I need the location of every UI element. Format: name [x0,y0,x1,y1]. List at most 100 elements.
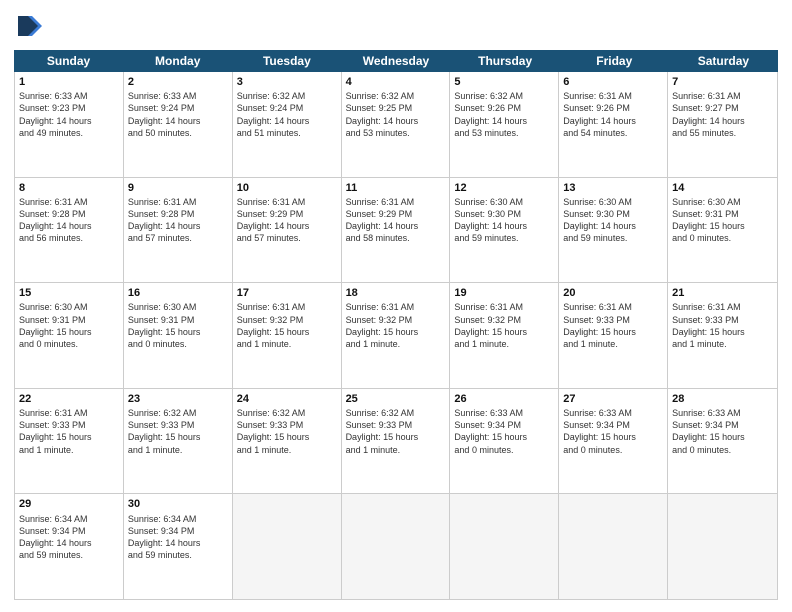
calendar-cell [450,494,559,599]
calendar-cell: 28Sunrise: 6:33 AM Sunset: 9:34 PM Dayli… [668,389,777,494]
calendar-header-cell: Wednesday [341,50,450,72]
calendar-row: 8Sunrise: 6:31 AM Sunset: 9:28 PM Daylig… [15,178,777,284]
day-number: 9 [128,181,228,195]
calendar-cell: 11Sunrise: 6:31 AM Sunset: 9:29 PM Dayli… [342,178,451,283]
calendar-cell: 5Sunrise: 6:32 AM Sunset: 9:26 PM Daylig… [450,72,559,177]
calendar-cell: 23Sunrise: 6:32 AM Sunset: 9:33 PM Dayli… [124,389,233,494]
day-number: 17 [237,286,337,300]
page: SundayMondayTuesdayWednesdayThursdayFrid… [0,0,792,612]
day-info: Sunrise: 6:30 AM Sunset: 9:31 PM Dayligh… [128,301,228,350]
calendar-header-cell: Sunday [14,50,123,72]
calendar-cell: 8Sunrise: 6:31 AM Sunset: 9:28 PM Daylig… [15,178,124,283]
calendar-header-cell: Tuesday [232,50,341,72]
calendar-header-cell: Monday [123,50,232,72]
day-info: Sunrise: 6:31 AM Sunset: 9:32 PM Dayligh… [454,301,554,350]
day-number: 5 [454,75,554,89]
day-number: 20 [563,286,663,300]
day-info: Sunrise: 6:32 AM Sunset: 9:33 PM Dayligh… [237,407,337,456]
calendar-cell: 17Sunrise: 6:31 AM Sunset: 9:32 PM Dayli… [233,283,342,388]
day-number: 15 [19,286,119,300]
calendar-cell: 12Sunrise: 6:30 AM Sunset: 9:30 PM Dayli… [450,178,559,283]
day-number: 23 [128,392,228,406]
day-info: Sunrise: 6:32 AM Sunset: 9:33 PM Dayligh… [346,407,446,456]
day-info: Sunrise: 6:31 AM Sunset: 9:33 PM Dayligh… [563,301,663,350]
calendar-cell: 7Sunrise: 6:31 AM Sunset: 9:27 PM Daylig… [668,72,777,177]
day-number: 29 [19,497,119,511]
calendar-cell [668,494,777,599]
day-number: 18 [346,286,446,300]
calendar-cell: 20Sunrise: 6:31 AM Sunset: 9:33 PM Dayli… [559,283,668,388]
day-info: Sunrise: 6:31 AM Sunset: 9:29 PM Dayligh… [237,196,337,245]
day-number: 19 [454,286,554,300]
day-info: Sunrise: 6:30 AM Sunset: 9:31 PM Dayligh… [672,196,773,245]
calendar-cell: 3Sunrise: 6:32 AM Sunset: 9:24 PM Daylig… [233,72,342,177]
calendar-cell [342,494,451,599]
calendar: SundayMondayTuesdayWednesdayThursdayFrid… [14,50,778,600]
calendar-cell: 16Sunrise: 6:30 AM Sunset: 9:31 PM Dayli… [124,283,233,388]
calendar-header-cell: Friday [560,50,669,72]
calendar-cell: 4Sunrise: 6:32 AM Sunset: 9:25 PM Daylig… [342,72,451,177]
day-number: 3 [237,75,337,89]
day-info: Sunrise: 6:31 AM Sunset: 9:28 PM Dayligh… [19,196,119,245]
day-info: Sunrise: 6:31 AM Sunset: 9:27 PM Dayligh… [672,90,773,139]
day-info: Sunrise: 6:31 AM Sunset: 9:33 PM Dayligh… [672,301,773,350]
day-info: Sunrise: 6:30 AM Sunset: 9:31 PM Dayligh… [19,301,119,350]
day-info: Sunrise: 6:30 AM Sunset: 9:30 PM Dayligh… [454,196,554,245]
day-number: 24 [237,392,337,406]
calendar-cell: 15Sunrise: 6:30 AM Sunset: 9:31 PM Dayli… [15,283,124,388]
calendar-header: SundayMondayTuesdayWednesdayThursdayFrid… [14,50,778,72]
calendar-cell: 22Sunrise: 6:31 AM Sunset: 9:33 PM Dayli… [15,389,124,494]
day-number: 10 [237,181,337,195]
day-number: 14 [672,181,773,195]
day-info: Sunrise: 6:33 AM Sunset: 9:34 PM Dayligh… [563,407,663,456]
day-info: Sunrise: 6:33 AM Sunset: 9:24 PM Dayligh… [128,90,228,139]
calendar-cell: 26Sunrise: 6:33 AM Sunset: 9:34 PM Dayli… [450,389,559,494]
calendar-cell: 24Sunrise: 6:32 AM Sunset: 9:33 PM Dayli… [233,389,342,494]
calendar-body: 1Sunrise: 6:33 AM Sunset: 9:23 PM Daylig… [14,72,778,600]
day-number: 2 [128,75,228,89]
calendar-cell: 18Sunrise: 6:31 AM Sunset: 9:32 PM Dayli… [342,283,451,388]
day-number: 27 [563,392,663,406]
day-number: 16 [128,286,228,300]
day-number: 6 [563,75,663,89]
day-number: 28 [672,392,773,406]
day-number: 7 [672,75,773,89]
calendar-row: 22Sunrise: 6:31 AM Sunset: 9:33 PM Dayli… [15,389,777,495]
logo-icon [14,12,44,42]
day-number: 30 [128,497,228,511]
calendar-cell: 6Sunrise: 6:31 AM Sunset: 9:26 PM Daylig… [559,72,668,177]
day-number: 12 [454,181,554,195]
day-info: Sunrise: 6:31 AM Sunset: 9:33 PM Dayligh… [19,407,119,456]
day-info: Sunrise: 6:31 AM Sunset: 9:32 PM Dayligh… [346,301,446,350]
day-number: 11 [346,181,446,195]
calendar-row: 15Sunrise: 6:30 AM Sunset: 9:31 PM Dayli… [15,283,777,389]
calendar-cell: 27Sunrise: 6:33 AM Sunset: 9:34 PM Dayli… [559,389,668,494]
calendar-cell [559,494,668,599]
calendar-cell: 1Sunrise: 6:33 AM Sunset: 9:23 PM Daylig… [15,72,124,177]
calendar-header-cell: Thursday [451,50,560,72]
calendar-cell: 14Sunrise: 6:30 AM Sunset: 9:31 PM Dayli… [668,178,777,283]
calendar-cell: 19Sunrise: 6:31 AM Sunset: 9:32 PM Dayli… [450,283,559,388]
day-number: 8 [19,181,119,195]
calendar-cell: 13Sunrise: 6:30 AM Sunset: 9:30 PM Dayli… [559,178,668,283]
calendar-cell: 2Sunrise: 6:33 AM Sunset: 9:24 PM Daylig… [124,72,233,177]
day-info: Sunrise: 6:31 AM Sunset: 9:26 PM Dayligh… [563,90,663,139]
day-info: Sunrise: 6:31 AM Sunset: 9:28 PM Dayligh… [128,196,228,245]
calendar-cell: 9Sunrise: 6:31 AM Sunset: 9:28 PM Daylig… [124,178,233,283]
day-number: 22 [19,392,119,406]
calendar-cell: 21Sunrise: 6:31 AM Sunset: 9:33 PM Dayli… [668,283,777,388]
day-number: 4 [346,75,446,89]
calendar-header-cell: Saturday [669,50,778,72]
day-info: Sunrise: 6:31 AM Sunset: 9:29 PM Dayligh… [346,196,446,245]
day-info: Sunrise: 6:33 AM Sunset: 9:23 PM Dayligh… [19,90,119,139]
day-info: Sunrise: 6:32 AM Sunset: 9:24 PM Dayligh… [237,90,337,139]
calendar-cell [233,494,342,599]
logo [14,12,48,42]
day-info: Sunrise: 6:31 AM Sunset: 9:32 PM Dayligh… [237,301,337,350]
day-number: 13 [563,181,663,195]
calendar-row: 1Sunrise: 6:33 AM Sunset: 9:23 PM Daylig… [15,72,777,178]
day-number: 25 [346,392,446,406]
calendar-row: 29 Sunrise: 6:34 AM Sunset: 9:34 PM Dayli… [15,494,777,599]
day-info: Sunrise: 6:34 AM Sunset: 9:34 PM Dayligh… [128,513,228,562]
day-info: Sunrise: 6:32 AM Sunset: 9:25 PM Dayligh… [346,90,446,139]
